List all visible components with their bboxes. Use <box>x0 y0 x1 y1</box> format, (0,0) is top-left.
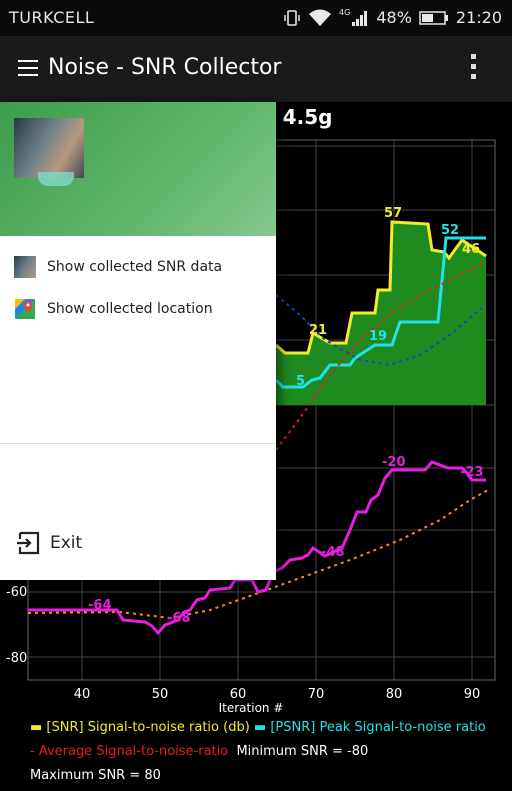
drawer-header <box>0 102 276 236</box>
y-axis-labels: -60 -80 <box>6 585 27 666</box>
label-19: 19 <box>369 329 387 344</box>
battery-icon <box>419 10 448 25</box>
menu-item-location-label: Show collected location <box>47 301 213 317</box>
label-57: 57 <box>384 206 402 221</box>
label-5: 5 <box>296 374 305 389</box>
overflow-menu-icon[interactable] <box>471 54 476 84</box>
exit-button[interactable]: Exit <box>16 530 82 556</box>
thumbnail-icon <box>14 256 36 278</box>
label-46: 46 <box>462 242 480 257</box>
legend-avg: ‐ Average Signal-to-noise-ratio <box>30 744 229 759</box>
drawer-divider <box>0 443 276 444</box>
label-neg20: -20 <box>382 455 406 470</box>
menu-item-snr-data[interactable]: Show collected SNR data <box>14 256 222 278</box>
ytick-neg80: -80 <box>6 651 27 666</box>
navigation-drawer: Show collected SNR data Show collected l… <box>0 102 276 580</box>
carrier-label: TURKCELL <box>9 8 95 27</box>
signal-icon <box>352 10 368 26</box>
menu-item-snr-data-label: Show collected SNR data <box>47 259 223 275</box>
label-neg68: -68 <box>167 611 191 626</box>
app-bar: Noise - SNR Collector <box>0 36 512 102</box>
app-title: Noise - SNR Collector <box>48 55 282 80</box>
ytick-neg60: -60 <box>6 585 27 600</box>
hamburger-menu-icon[interactable] <box>18 60 38 81</box>
label-neg23: -23 <box>460 465 484 480</box>
status-bar: TURKCELL 4G 48% 21:20 <box>0 0 512 36</box>
exit-icon <box>17 531 40 555</box>
xtick-80: 80 <box>386 687 403 702</box>
xtick-50: 50 <box>152 687 169 702</box>
xtick-40: 40 <box>74 687 91 702</box>
status-icons: 4G 48% 21:20 <box>283 8 502 27</box>
vibrate-icon <box>284 9 300 26</box>
xtick-70: 70 <box>308 687 325 702</box>
legend-psnr: ▬ [PSNR] Peak Signal-to-noise ratio <box>253 720 486 735</box>
clock: 21:20 <box>455 8 502 27</box>
xtick-60: 60 <box>230 687 247 702</box>
avatar <box>14 118 84 186</box>
maps-icon <box>15 299 35 319</box>
network-type: 4G <box>339 8 351 17</box>
exit-label: Exit <box>50 533 83 553</box>
battery-percent: 48% <box>376 8 412 27</box>
legend-min: Minimum SNR = -80 <box>236 744 369 759</box>
x-axis-title: Iteration # <box>219 701 284 715</box>
wifi-icon <box>309 9 332 26</box>
legend-snr: ▬ [SNR] Signal-to-noise ratio (db) <box>30 720 250 735</box>
label-neg64: -64 <box>88 598 112 613</box>
x-axis-labels: 40 50 60 70 80 90 <box>74 687 481 702</box>
label-52: 52 <box>441 223 459 238</box>
label-21: 21 <box>309 323 327 338</box>
menu-item-location[interactable]: Show collected location <box>14 298 213 320</box>
legend-max: Maximum SNR = 80 <box>30 768 161 783</box>
xtick-90: 90 <box>464 687 481 702</box>
label-neg48: -48 <box>321 545 345 560</box>
chart-legend: ▬ [SNR] Signal-to-noise ratio (db) ▬ [PS… <box>30 716 486 788</box>
